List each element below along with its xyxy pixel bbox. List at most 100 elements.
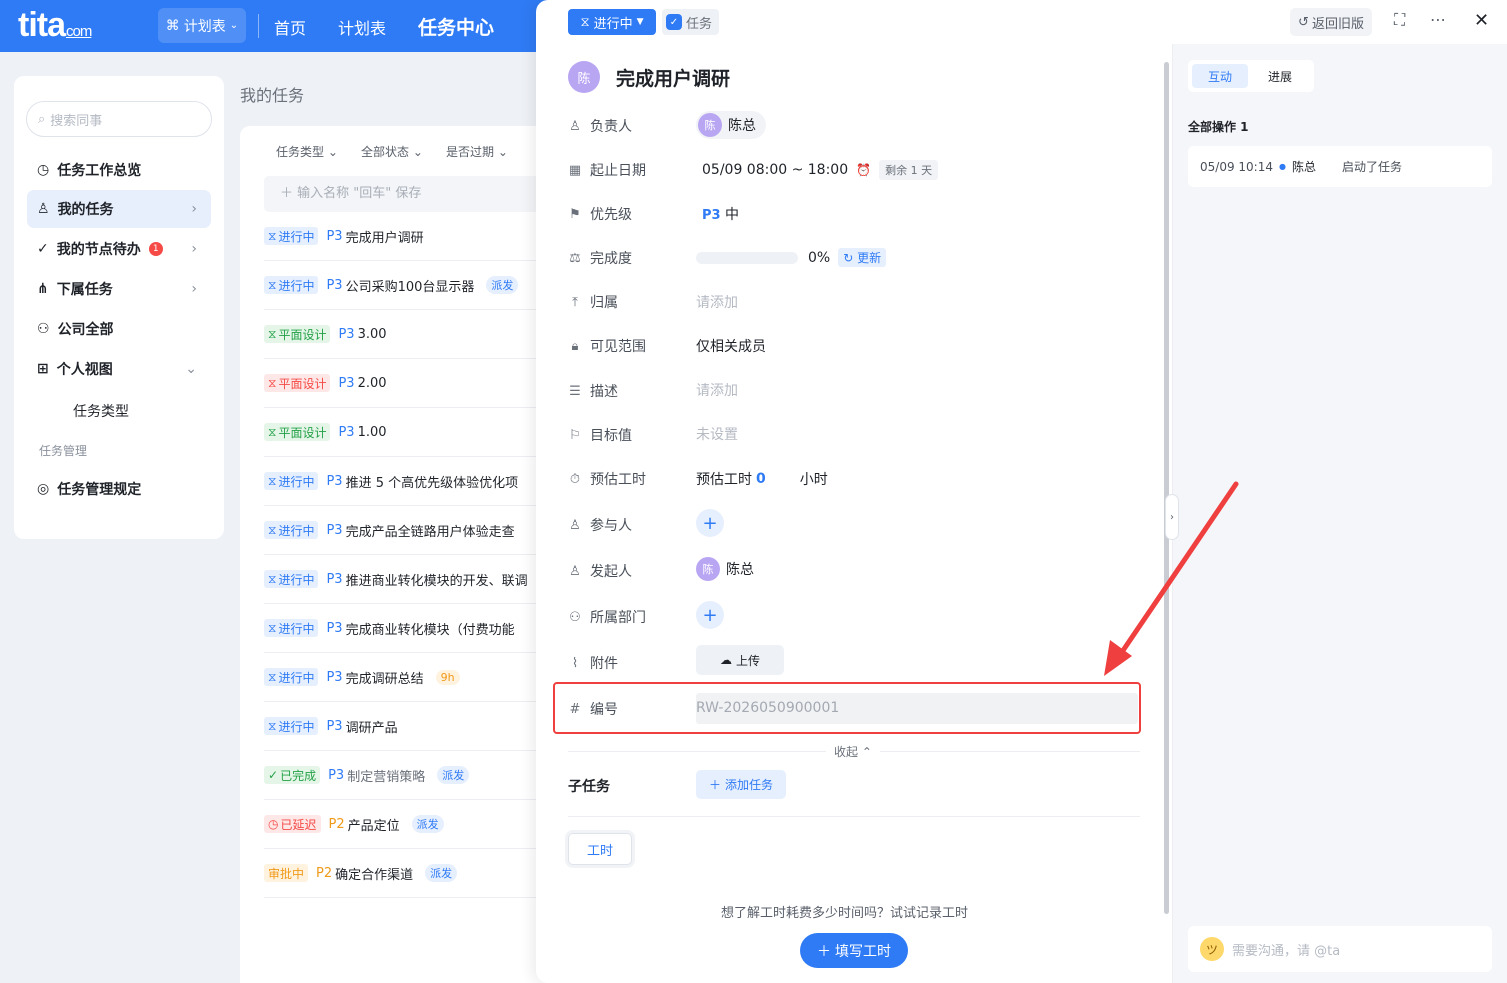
priority-code: P3 xyxy=(338,424,355,440)
status-tag: ⧖ 进行中 xyxy=(264,619,319,637)
parent-value[interactable]: 请添加 xyxy=(696,292,738,312)
status-icon: ⧖ xyxy=(268,571,277,586)
scope-value[interactable]: 仅相关成员 xyxy=(696,336,766,356)
chevron-right-icon: › xyxy=(191,201,197,217)
expand-toggle-button[interactable]: › xyxy=(1165,494,1179,540)
sidebar-item-subordinate[interactable]: ⋔ 下属任务 › xyxy=(27,270,211,308)
add-subtask-button[interactable]: ＋添加任务 xyxy=(696,770,786,799)
tab-work-hours[interactable]: 工时 xyxy=(568,833,632,865)
target-value[interactable]: 未设置 xyxy=(696,424,738,444)
task-row[interactable]: ⧖ 进行中 P3 完成调研总结 9h xyxy=(264,653,550,702)
task-name: 制定营销策略 xyxy=(347,769,426,785)
add-participant-button[interactable]: + xyxy=(696,509,724,537)
estimate-value[interactable]: 预估工时 0 小时 xyxy=(696,469,828,489)
sidebar-item-task-type[interactable]: 任务类型 xyxy=(73,401,129,421)
tab-interaction[interactable]: 互动 xyxy=(1192,64,1248,88)
back-to-old-version-button[interactable]: ↺ 返回旧版 xyxy=(1290,8,1372,36)
task-row[interactable]: ⧖ 平面设计 P3 3.00 xyxy=(264,310,550,359)
initiator-value[interactable]: 陈 陈总 xyxy=(696,557,754,581)
task-row[interactable]: ✓ 已完成 P3 制定营销策略 派发 xyxy=(264,751,550,800)
task-row[interactable]: 审批中 P2 确定合作渠道 派发 xyxy=(264,849,550,898)
initiator-label: ♙ 发起人 xyxy=(569,563,632,581)
owner-value[interactable]: 陈陈总 xyxy=(696,111,766,139)
nav-link-task-center[interactable]: 任务中心 xyxy=(418,13,494,40)
priority-code: P3 xyxy=(326,277,343,293)
upload-button[interactable]: ☁ 上传 xyxy=(696,645,784,675)
priority-code: P3 xyxy=(326,473,343,489)
fullscreen-icon[interactable]: ⛶ xyxy=(1394,10,1405,30)
sidebar-item-my-tasks[interactable]: ♙ 我的任务 › xyxy=(27,190,211,228)
close-icon[interactable]: ✕ xyxy=(1474,10,1489,31)
task-row[interactable]: ⧖ 进行中 P3 完成用户调研 xyxy=(264,212,550,261)
work-hours-empty-tip: 想了解工时耗费多少时间吗？试试记录工时 xyxy=(721,906,969,921)
priority-value[interactable]: P3 中 xyxy=(702,204,739,224)
cloud-upload-icon: ☁ xyxy=(719,653,732,667)
sidebar-item-overview[interactable]: ◷ 任务工作总览 xyxy=(27,151,211,189)
task-title[interactable]: 完成用户调研 xyxy=(616,64,730,91)
filter-overdue[interactable]: 是否过期 ⌄ xyxy=(446,143,508,160)
task-row[interactable]: ⧖ 进行中 P3 推进 5 个高优先级体验优化项 xyxy=(264,457,550,506)
task-row[interactable]: ◷ 已延迟 P2 产品定位 派发 xyxy=(264,800,550,849)
add-department-button[interactable]: + xyxy=(696,601,724,629)
fill-work-hours-button[interactable]: ＋填写工时 xyxy=(800,933,908,968)
status-dropdown-button[interactable]: ⧖ 进行中 ▼ xyxy=(568,9,656,35)
target-icon: ◎ xyxy=(37,481,50,497)
priority-label: ⚑ 优先级 xyxy=(569,206,632,224)
owner-chip[interactable]: 陈陈总 xyxy=(696,111,766,139)
sidebar-item-node-todo[interactable]: ✓ 我的节点待办 1 › xyxy=(27,230,211,268)
estimate-label: ⏱ 预估工时 xyxy=(569,471,646,489)
priority-code: P3 xyxy=(326,571,343,587)
task-name: 3.00 xyxy=(357,326,387,342)
sidebar-item-personal-view[interactable]: ⊞ 个人视图 ⌄ xyxy=(27,350,211,388)
status-icon: ⧖ xyxy=(268,669,277,684)
date-label: ▦ 起止日期 xyxy=(568,162,646,180)
dot-icon: ● xyxy=(1278,162,1286,171)
attachment-value: ☁ 上传 xyxy=(696,645,784,675)
filter-task-type[interactable]: 任务类型 ⌄ xyxy=(276,143,338,160)
check-circle-icon: ✓ xyxy=(37,241,49,257)
app-switcher[interactable]: ⌘ 计划表 ⌄ xyxy=(158,8,246,43)
status-tag: ◷ 已延迟 xyxy=(264,815,321,833)
colleague-search-input[interactable]: ⌕ 搜索同事 xyxy=(26,101,212,137)
tab-progress[interactable]: 进展 xyxy=(1252,64,1308,88)
nav-link-home[interactable]: 首页 xyxy=(274,15,306,39)
status-tag: ⧖ 进行中 xyxy=(264,276,319,294)
task-row[interactable]: ⧖ 进行中 P3 公司采购100台显示器 派发 xyxy=(264,261,550,310)
annotation-highlight-box xyxy=(553,682,1141,734)
priority-code: P3 xyxy=(326,228,343,244)
desc-value[interactable]: 请添加 xyxy=(696,380,738,400)
date-value[interactable]: 05/09 08:00 ~ 18:00 ⏰ 剩余 1 天 xyxy=(702,160,939,180)
sidebar-item-rules[interactable]: ◎ 任务管理规定 xyxy=(27,470,211,508)
task-name: 完成商业转化模块（付费功能 xyxy=(345,622,515,638)
task-list-panel: 任务类型 ⌄ 全部状态 ⌄ 是否过期 ⌄ ＋ 输入名称 "回车" 保存 ⧖ 进行中… xyxy=(240,126,550,983)
progress-bar[interactable] xyxy=(696,251,798,264)
subtask-label: 子任务 xyxy=(568,779,610,795)
progress-value[interactable]: 0% ↻ 更新 xyxy=(696,248,887,267)
status-icon: ⧖ xyxy=(268,718,277,733)
status-icon: ⧖ xyxy=(268,424,277,439)
task-row[interactable]: ⧖ 进行中 P3 完成产品全链路用户体验走查 xyxy=(264,506,550,555)
tita-logo[interactable]: titacom xyxy=(18,6,92,45)
chevron-up-icon: ⌃ xyxy=(861,745,872,759)
detail-scrollbar[interactable] xyxy=(1164,62,1169,914)
task-row[interactable]: ⧖ 进行中 P3 调研产品 xyxy=(264,702,550,751)
nav-link-plan[interactable]: 计划表 xyxy=(338,15,386,39)
caret-down-icon: ▼ xyxy=(636,17,644,27)
chevron-right-icon: › xyxy=(1170,511,1174,523)
status-icon: ⧖ xyxy=(268,620,277,635)
update-progress-button[interactable]: ↻ 更新 xyxy=(838,248,887,267)
collapse-button[interactable]: 收起 ⌃ xyxy=(826,743,880,760)
quick-add-task-input[interactable]: ＋ 输入名称 "回车" 保存 xyxy=(264,176,550,212)
sidebar-item-company[interactable]: ⚇ 公司全部 xyxy=(27,310,211,348)
task-row[interactable]: ⧖ 平面设计 P3 2.00 xyxy=(264,359,550,408)
priority-code: P3 xyxy=(326,718,343,734)
plus-icon: ＋ xyxy=(817,943,831,960)
task-row[interactable]: ⧖ 进行中 P3 完成商业转化模块（付费功能 xyxy=(264,604,550,653)
task-row[interactable]: ⧖ 平面设计 P3 1.00 xyxy=(264,408,550,457)
comment-input[interactable]: ツ 需要沟通，请 @ta xyxy=(1188,926,1492,972)
task-type-chip[interactable]: ✓ 任务 xyxy=(662,9,720,35)
chevron-down-icon: ⌄ xyxy=(229,20,239,31)
filter-status[interactable]: 全部状态 ⌄ xyxy=(361,143,423,160)
more-icon[interactable]: ⋯ xyxy=(1430,10,1446,29)
task-row[interactable]: ⧖ 进行中 P3 推进商业转化模块的开发、联调 xyxy=(264,555,550,604)
